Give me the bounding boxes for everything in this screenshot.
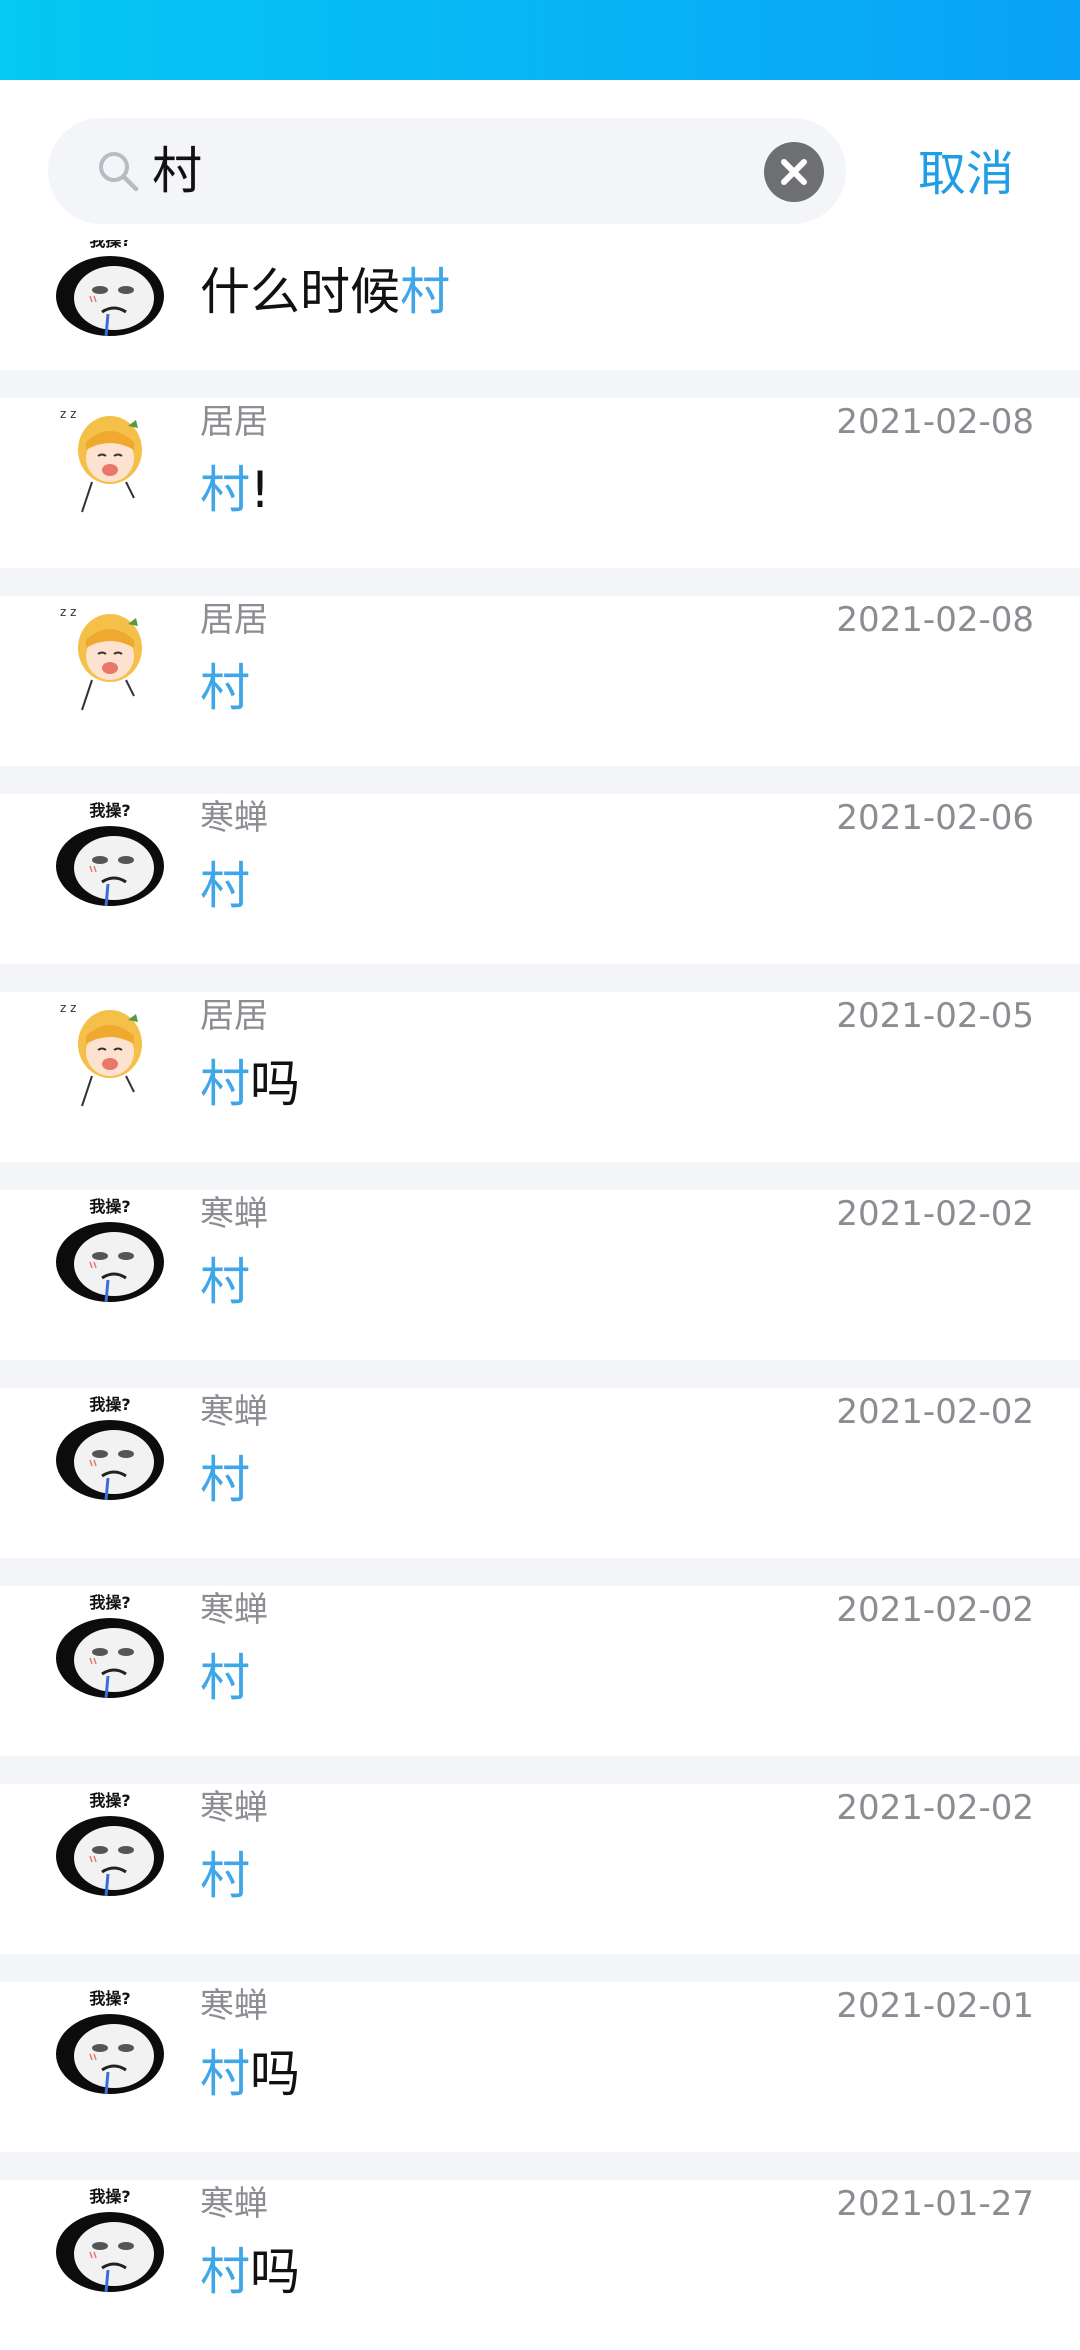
message-text: 村吗 <box>200 2242 300 2302</box>
message-text: 村 <box>200 1846 250 1906</box>
panda-meme-avatar-icon: 我操? <box>56 801 164 907</box>
close-icon <box>781 159 807 185</box>
highlighted-keyword: 村 <box>200 1253 250 1311</box>
anime-girl-avatar-icon: z z <box>60 605 142 711</box>
sender-name: 寒蝉 <box>200 1392 268 1432</box>
message-remainder: 吗 <box>250 1055 300 1113</box>
search-header: 村 取消 <box>0 80 1080 240</box>
svg-text:我操?: 我操? <box>89 1395 130 1414</box>
svg-text:我操?: 我操? <box>89 240 130 250</box>
message-text: 村 <box>200 1648 250 1708</box>
list-item[interactable]: z z 居居 2021-02-05 村吗 <box>0 964 1080 1162</box>
highlighted-keyword: 村 <box>200 1451 250 1509</box>
svg-text:z z: z z <box>60 407 76 421</box>
avatar: 我操? <box>50 240 170 344</box>
highlighted-keyword: 村 <box>200 2243 250 2301</box>
highlighted-keyword: 村 <box>200 659 250 717</box>
sender-name: 居居 <box>200 600 268 640</box>
list-item[interactable]: 我操? 寒蝉 2021-02-01 村吗 <box>0 1954 1080 2152</box>
svg-text:我操?: 我操? <box>89 1791 130 1810</box>
panda-meme-avatar-icon: 我操? <box>56 1989 164 2095</box>
avatar: 我操? <box>50 1388 170 1508</box>
message-text: 村吗 <box>200 1054 300 1114</box>
sender-name: 寒蝉 <box>200 2184 268 2224</box>
highlighted-keyword: 村 <box>200 1847 250 1905</box>
highlighted-keyword: 村 <box>200 1649 250 1707</box>
sender-name: 寒蝉 <box>200 1788 268 1828</box>
avatar: 我操? <box>50 1784 170 1904</box>
search-results-list: z z 居居 2021-02-08 村! z z 居居 2021-02-08 村 我操?… <box>0 370 1080 2350</box>
message-date: 2021-02-02 <box>836 1590 1034 1630</box>
list-item[interactable]: z z 居居 2021-02-08 村 <box>0 568 1080 766</box>
message-date: 2021-01-27 <box>836 2184 1034 2224</box>
avatar: z z <box>50 398 170 518</box>
message-text: 村 <box>200 658 250 718</box>
clear-search-button[interactable] <box>764 142 824 202</box>
highlighted-keyword: 村 <box>200 2045 250 2103</box>
message-date: 2021-02-05 <box>836 996 1034 1036</box>
svg-text:我操?: 我操? <box>89 1989 130 2008</box>
message-text: 什么时候村 <box>200 263 450 321</box>
message-date: 2021-02-02 <box>836 1788 1034 1828</box>
avatar: 我操? <box>50 1190 170 1310</box>
highlighted-keyword: 村 <box>200 857 250 915</box>
anime-girl-avatar-icon: z z <box>60 1001 142 1107</box>
list-item[interactable]: 我操? 寒蝉 2021-02-06 村 <box>0 766 1080 964</box>
list-item[interactable]: 我操? 寒蝉 2021-02-02 村 <box>0 1360 1080 1558</box>
sender-name: 寒蝉 <box>200 1194 268 1234</box>
avatar: z z <box>50 596 170 716</box>
avatar: z z <box>50 992 170 1112</box>
panda-meme-avatar-icon: 我操? <box>56 240 164 337</box>
message-remainder: 吗 <box>250 2045 300 2103</box>
message-date: 2021-02-06 <box>836 798 1034 838</box>
message-text: 村 <box>200 856 250 916</box>
sender-name: 居居 <box>200 996 268 1036</box>
svg-text:我操?: 我操? <box>89 1593 130 1612</box>
message-text: 村 <box>200 1252 250 1312</box>
avatar: 我操? <box>50 794 170 914</box>
avatar: 我操? <box>50 1586 170 1706</box>
avatar: 我操? <box>50 1982 170 2102</box>
highlighted-keyword: 村 <box>200 461 250 519</box>
message-remainder: ! <box>250 461 271 519</box>
message-date: 2021-02-08 <box>836 402 1034 442</box>
avatar: 我操? <box>50 2180 170 2300</box>
svg-text:我操?: 我操? <box>89 1197 130 1216</box>
message-remainder: 吗 <box>250 2243 300 2301</box>
message-text: 村 <box>200 1450 250 1510</box>
message-date: 2021-02-02 <box>836 1392 1034 1432</box>
message-text: 村! <box>200 460 270 520</box>
list-item[interactable]: 我操? 寒蝉 2021-02-02 村 <box>0 1162 1080 1360</box>
cancel-button[interactable]: 取消 <box>906 144 1026 204</box>
list-item[interactable]: 我操? 寒蝉 2021-02-02 村 <box>0 1756 1080 1954</box>
panda-meme-avatar-icon: 我操? <box>56 1791 164 1897</box>
svg-text:我操?: 我操? <box>89 2187 130 2206</box>
message-date: 2021-02-01 <box>836 1986 1034 2026</box>
panda-meme-avatar-icon: 我操? <box>56 1395 164 1501</box>
sender-name: 寒蝉 <box>200 1986 268 2026</box>
panda-meme-avatar-icon: 我操? <box>56 1593 164 1699</box>
list-item[interactable]: z z 居居 2021-02-08 村! <box>0 370 1080 568</box>
message-date: 2021-02-08 <box>836 600 1034 640</box>
list-item[interactable]: 我操? 寒蝉 2021-01-27 村吗 <box>0 2152 1080 2350</box>
svg-text:我操?: 我操? <box>89 801 130 820</box>
search-icon <box>99 152 139 192</box>
list-item[interactable]: 我操? 什么时候村 <box>0 240 1080 370</box>
svg-text:z z: z z <box>60 1001 76 1015</box>
status-bar <box>0 0 1080 80</box>
message-date: 2021-02-02 <box>836 1194 1034 1234</box>
panda-meme-avatar-icon: 我操? <box>56 2187 164 2293</box>
anime-girl-avatar-icon: z z <box>60 407 142 513</box>
sender-name: 寒蝉 <box>200 1590 268 1630</box>
search-input[interactable]: 村 <box>152 142 202 200</box>
sender-name: 居居 <box>200 402 268 442</box>
search-field[interactable]: 村 <box>48 118 846 224</box>
highlighted-keyword: 村 <box>200 1055 250 1113</box>
list-item[interactable]: 我操? 寒蝉 2021-02-02 村 <box>0 1558 1080 1756</box>
panda-meme-avatar-icon: 我操? <box>56 1197 164 1303</box>
svg-text:z z: z z <box>60 605 76 619</box>
message-text: 村吗 <box>200 2044 300 2104</box>
sender-name: 寒蝉 <box>200 798 268 838</box>
